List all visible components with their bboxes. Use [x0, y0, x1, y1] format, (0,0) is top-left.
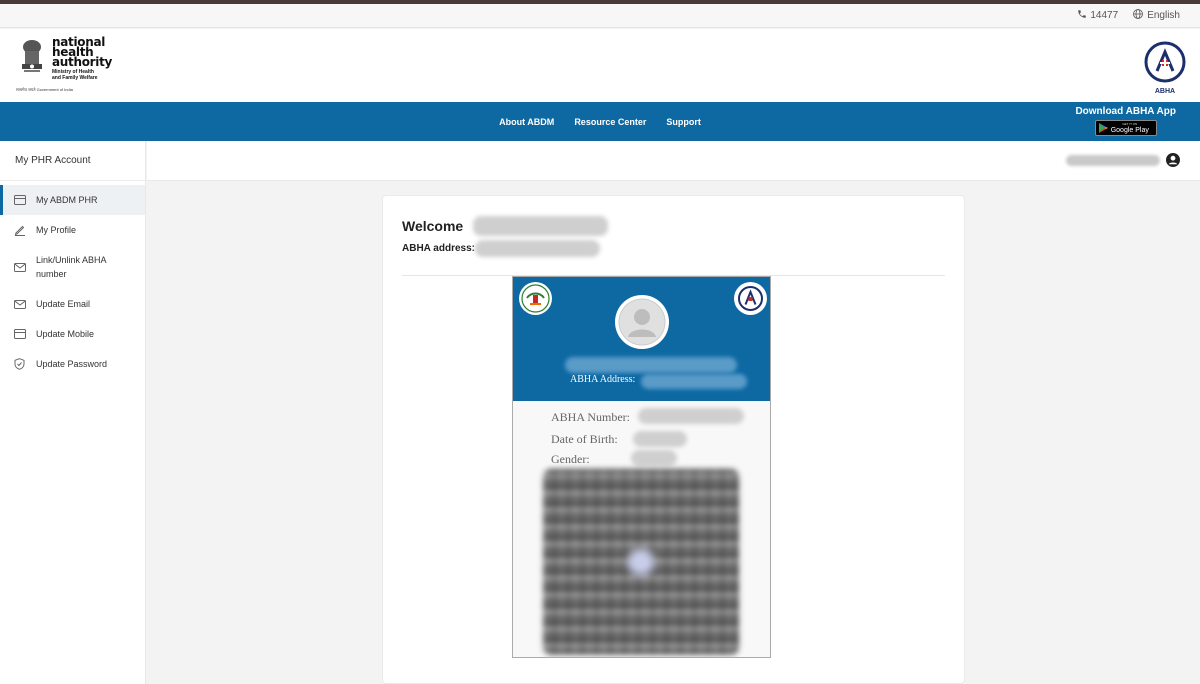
- content-topbar: [147, 141, 1200, 181]
- card-abha-address-label: ABHA Address:: [570, 374, 636, 385]
- abha-number-redacted: [638, 408, 744, 424]
- welcome-heading: Welcome: [402, 218, 464, 234]
- sidebar-menu: My ABDM PHR My Profile Link/Unlink ABHA …: [0, 185, 145, 379]
- sidebar-item-label: My ABDM PHR: [36, 195, 98, 205]
- pencil-icon: [14, 223, 27, 237]
- google-play-button[interactable]: GET IT ON Google Play: [1094, 120, 1157, 136]
- org-name-line3: authority: [52, 55, 113, 69]
- username-redacted: [1066, 155, 1160, 166]
- abha-address-redacted: [475, 240, 600, 257]
- globe-icon: [1132, 8, 1144, 23]
- government-line: सत्यमेव जयते Government of India: [16, 87, 73, 92]
- health-ministry-logo-icon: [519, 282, 552, 315]
- nav-support[interactable]: Support: [666, 117, 701, 127]
- language-selector[interactable]: English: [1132, 8, 1180, 23]
- phone-icon: [1077, 9, 1087, 22]
- avatar-placeholder-icon: [618, 298, 666, 346]
- abha-number-label: ABHA Number:: [551, 410, 630, 424]
- sidebar-item-update-email[interactable]: Update Email: [0, 289, 145, 319]
- sidebar-item-link-unlink-abha[interactable]: Link/Unlink ABHA number: [0, 245, 145, 289]
- dob-label: Date of Birth:: [551, 432, 618, 446]
- abha-logo-icon: [1144, 41, 1186, 83]
- qr-code-redacted: [543, 469, 739, 655]
- nav-about-abdm[interactable]: About ABDM: [499, 117, 554, 127]
- sidebar-item-label: Link/Unlink ABHA number: [36, 255, 107, 279]
- sidebar: My PHR Account My ABDM PHR My Profile Li…: [0, 141, 146, 684]
- mail-icon: [14, 297, 27, 311]
- sidebar-title: My PHR Account: [0, 141, 145, 181]
- nav-resource-center[interactable]: Resource Center: [574, 117, 646, 127]
- abha-logo[interactable]: ABHA: [1144, 41, 1186, 95]
- sidebar-item-my-profile[interactable]: My Profile: [0, 215, 145, 245]
- sidebar-item-label: My Profile: [36, 225, 77, 235]
- user-account-icon[interactable]: [1166, 153, 1180, 172]
- name-redacted: [473, 216, 608, 236]
- sidebar-item-label: Update Mobile: [36, 329, 95, 339]
- shield-icon: [14, 357, 27, 371]
- site-header: national health authority Ministry of He…: [0, 29, 1200, 102]
- download-title: Download ABHA App: [1075, 106, 1176, 117]
- download-app: Download ABHA App GET IT ON Google Play: [1075, 106, 1176, 136]
- sidebar-item-label: Update Password: [36, 359, 108, 369]
- gender-redacted: [631, 450, 677, 466]
- gplay-big-text: Google Play: [1110, 126, 1149, 134]
- abha-health-card: ABHA Address: ABHA Number: Date of Birth…: [512, 276, 771, 658]
- dob-redacted: [633, 431, 687, 447]
- sidebar-item-label: Update Email: [36, 299, 91, 309]
- avatar: [615, 295, 669, 349]
- mail-icon: [14, 260, 27, 274]
- sidebar-item-update-mobile[interactable]: Update Mobile: [0, 319, 145, 349]
- card-name-redacted: [565, 357, 737, 373]
- abha-card-logo-icon: [734, 282, 767, 315]
- main-navbar: About ABDM Resource Center Support Downl…: [0, 102, 1200, 141]
- language-label: English: [1147, 10, 1180, 21]
- helpline[interactable]: 14477: [1077, 9, 1118, 22]
- nha-logo[interactable]: national health authority Ministry of He…: [16, 36, 113, 92]
- helpline-number: 14477: [1090, 10, 1119, 21]
- card-icon: [14, 193, 27, 207]
- utility-bar: 14477 English: [0, 4, 1200, 28]
- play-store-icon: [1098, 123, 1108, 133]
- ministry-line2: and Family Welfare: [52, 75, 98, 81]
- sidebar-item-update-password[interactable]: Update Password: [0, 349, 145, 379]
- abha-address-label: ABHA address:: [402, 243, 475, 254]
- sidebar-item-my-abdm-phr[interactable]: My ABDM PHR: [0, 185, 145, 215]
- phr-card: Welcome ABHA address: ABHA Address: ABHA…: [382, 195, 965, 684]
- national-emblem-icon: [22, 40, 42, 72]
- abha-logo-label: ABHA: [1154, 88, 1176, 95]
- abha-card-header: ABHA Address:: [513, 277, 770, 401]
- card-abha-address-redacted: [641, 374, 747, 389]
- card-icon: [14, 327, 27, 341]
- gender-label: Gender:: [551, 452, 590, 466]
